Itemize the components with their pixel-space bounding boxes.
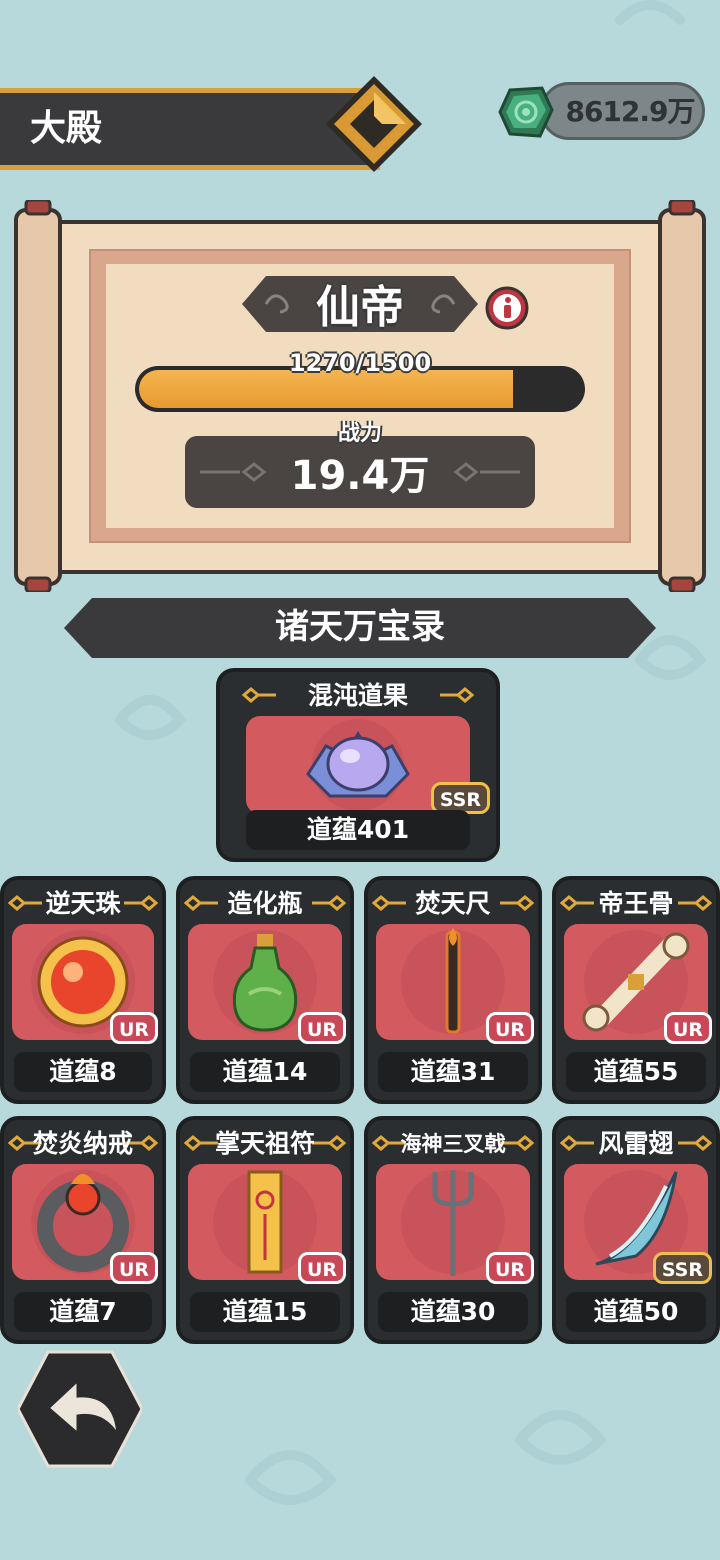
treasure-dao-value: 道蕴8 bbox=[14, 1052, 152, 1092]
jade-gem-icon bbox=[498, 86, 554, 138]
treasure-name: 混沌道果 bbox=[307, 681, 408, 710]
treasure-name: 海神三叉戟 bbox=[400, 1132, 506, 1156]
treasure-card[interactable]: 焚炎纳戒 UR 道蕴7 bbox=[0, 1116, 166, 1344]
treasure-card[interactable]: 海神三叉戟 UR 道蕴30 bbox=[364, 1116, 542, 1344]
treasure-card[interactable]: 焚天尺 UR 道蕴31 bbox=[364, 876, 542, 1104]
power-value: 19.4万 bbox=[290, 453, 430, 499]
rarity-badge: SSR bbox=[652, 1252, 712, 1284]
treasure-dao-value: 道蕴31 bbox=[378, 1052, 528, 1092]
treasure-name: 掌天祖符 bbox=[214, 1129, 315, 1158]
rarity-badge: UR bbox=[297, 1252, 346, 1284]
treasure-dao-value: 道蕴55 bbox=[566, 1052, 706, 1092]
rank-title: 仙帝 bbox=[316, 282, 404, 333]
treasure-card[interactable]: 帝王骨 UR 道蕴55 bbox=[552, 876, 720, 1104]
header-emblem-icon bbox=[326, 76, 422, 172]
treasure-name: 焚天尺 bbox=[415, 889, 491, 918]
treasure-name: 造化瓶 bbox=[227, 889, 303, 918]
rarity-badge: UR bbox=[109, 1252, 158, 1284]
treasure-card[interactable]: 造化瓶 UR 道蕴14 bbox=[176, 876, 354, 1104]
treasure-name: 帝王骨 bbox=[598, 889, 674, 918]
treasure-card[interactable]: 风雷翅 SSR 道蕴50 bbox=[552, 1116, 720, 1344]
treasure-name: 逆天珠 bbox=[45, 889, 121, 918]
treasure-card[interactable]: 逆天珠 UR 道蕴8 bbox=[0, 876, 166, 1104]
page-title: 大殿 bbox=[30, 108, 103, 149]
back-button[interactable] bbox=[18, 1350, 142, 1468]
featured-treasure-card[interactable]: 混沌道果 SSR 道蕴401 bbox=[216, 668, 500, 862]
treasure-dao-value: 道蕴7 bbox=[14, 1292, 152, 1332]
treasure-dao-value: 道蕴401 bbox=[246, 810, 470, 850]
currency-value: 8612.9万 bbox=[565, 95, 695, 128]
info-icon[interactable] bbox=[485, 286, 529, 330]
treasure-card[interactable]: 掌天祖符 UR 道蕴15 bbox=[176, 1116, 354, 1344]
treasure-dao-value: 道蕴15 bbox=[190, 1292, 340, 1332]
rank-progress-text: 1270/1500 bbox=[288, 349, 432, 377]
rarity-badge: UR bbox=[485, 1252, 534, 1284]
treasure-dao-value: 道蕴30 bbox=[378, 1292, 528, 1332]
section-title: 诸天万宝录 bbox=[275, 607, 445, 647]
rarity-badge: UR bbox=[663, 1012, 712, 1044]
treasure-dao-value: 道蕴14 bbox=[190, 1052, 340, 1092]
rarity-badge: UR bbox=[297, 1012, 346, 1044]
treasure-name: 焚炎纳戒 bbox=[32, 1129, 133, 1158]
rarity-badge: UR bbox=[485, 1012, 534, 1044]
treasure-dao-value: 道蕴50 bbox=[566, 1292, 706, 1332]
treasure-name: 风雷翅 bbox=[598, 1129, 674, 1158]
rarity-badge: UR bbox=[109, 1012, 158, 1044]
power-label: 战力 bbox=[337, 421, 382, 446]
